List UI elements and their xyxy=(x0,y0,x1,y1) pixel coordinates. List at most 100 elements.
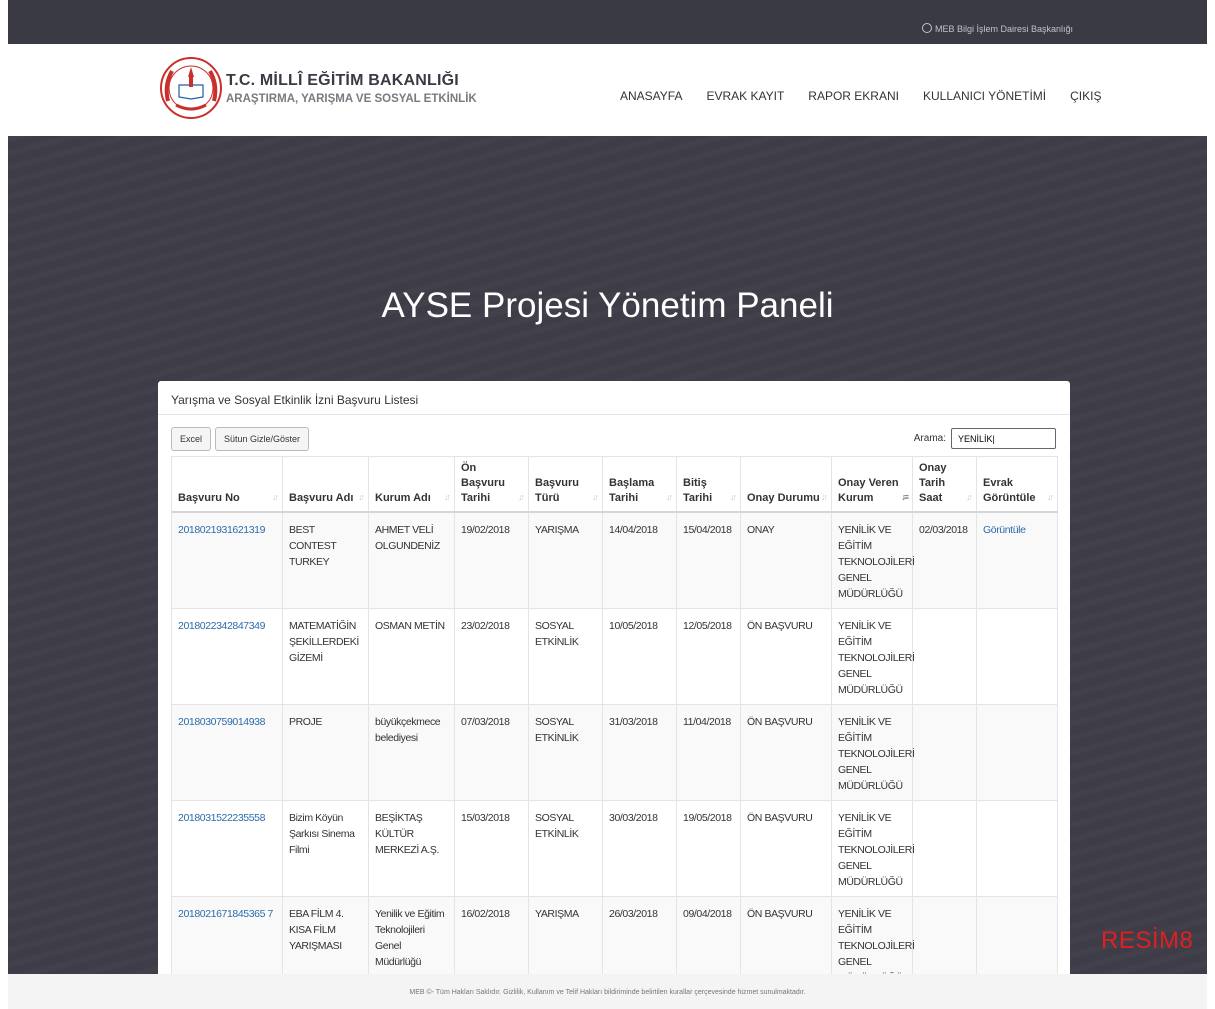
credit-text: MEB Bilgi İşlem Dairesi Başkanlığı xyxy=(921,23,1073,34)
table-cell xyxy=(912,704,977,801)
table-cell: YARIŞMA xyxy=(528,511,603,609)
table-cell: 19/05/2018 xyxy=(676,800,741,897)
table-cell xyxy=(912,608,977,705)
table-cell: ÖN BAŞVURU xyxy=(740,608,832,705)
search-label: Arama: xyxy=(913,433,946,444)
col-onay-durumu[interactable]: Onay Durumu ↓↑ xyxy=(740,456,832,513)
col-kurum-adi[interactable]: Kurum Adı ↓↑ xyxy=(368,456,455,513)
table-cell: AHMET VELİ OLGUNDENİZ xyxy=(368,511,455,609)
table-cell: PROJE xyxy=(282,704,369,801)
ministry-logo-icon xyxy=(160,57,222,119)
table-cell xyxy=(976,704,1058,801)
footer: MEB ©- Tüm Hakları Saklıdır. Gizlilik, K… xyxy=(8,974,1207,1009)
excel-button[interactable]: Excel xyxy=(171,427,212,451)
main-nav: ANASAYFA EVRAK KAYIT RAPOR EKRANI KULLAN… xyxy=(620,89,1125,103)
sort-icon: ↓↑ xyxy=(592,492,599,502)
site-header: T.C. MİLLÎ EĞİTİM BAKANLIĞI ARAŞTIRMA, Y… xyxy=(8,44,1207,136)
panel-title: Yarışma ve Sosyal Etkinlik İzni Başvuru … xyxy=(158,381,1070,415)
table-cell: Bizim Köyün Şarkısı Sinema Filmi xyxy=(282,800,369,897)
search-input[interactable] xyxy=(951,428,1056,449)
table-cell: ÖN BAŞVURU xyxy=(740,896,832,974)
search-box: Arama: xyxy=(914,428,1056,449)
sort-icon: ↓↑ xyxy=(1047,492,1054,502)
nav-evrak-kayit[interactable]: EVRAK KAYIT xyxy=(706,89,784,103)
location-icon xyxy=(921,23,932,33)
sort-icon: ↓↑ xyxy=(966,492,973,502)
top-bar: MEB Bilgi İşlem Dairesi Başkanlığı xyxy=(8,0,1207,44)
table-cell xyxy=(976,608,1058,705)
table-cell: SOSYAL ETKİNLİK xyxy=(528,704,603,801)
table-toolbar: Excel Sütun Gizle/Göster xyxy=(171,427,313,451)
application-number-link[interactable]: 2018022342847349 xyxy=(171,608,283,705)
table-cell: BEST CONTEST TURKEY xyxy=(282,511,369,609)
table-cell: YENİLİK VE EĞİTİM TEKNOLOJİLERİ GENEL MÜ… xyxy=(831,896,915,974)
sort-icon: ↓↑ xyxy=(444,492,451,502)
table-cell: 14/04/2018 xyxy=(602,511,677,609)
column-toggle-button[interactable]: Sütun Gizle/Göster xyxy=(215,427,310,451)
sort-icon: ↓↑ xyxy=(730,492,737,502)
table-cell: BEŞİKTAŞ KÜLTÜR MERKEZİ A.Ş. xyxy=(368,800,455,897)
table-cell: 12/05/2018 xyxy=(676,608,741,705)
page-title: AYSE Projesi Yönetim Paneli xyxy=(381,286,834,325)
table-cell xyxy=(976,896,1058,974)
table-body: 2018021931621319 BEST CONTEST TURKEY AHMET… xyxy=(171,511,1058,974)
col-bitis-tarihi[interactable]: Bitiş Tarihi ↓↑ xyxy=(676,456,741,513)
table-row: 2018021931621319 BEST CONTEST TURKEY AHMET… xyxy=(171,511,1058,609)
application-number-link[interactable]: 2018021671845365 7 xyxy=(171,896,283,974)
table-row: 2018031522235558 Bizim Köyün Şarkısı Sine… xyxy=(171,800,1058,897)
table-cell xyxy=(912,800,977,897)
nav-rapor-ekrani[interactable]: RAPOR EKRANI xyxy=(808,89,899,103)
table-cell: YARIŞMA xyxy=(528,896,603,974)
brand-subtitle: ARAŞTIRMA, YARIŞMA VE SOSYAL ETKİNLİK xyxy=(226,93,477,105)
view-document-link[interactable]: Görüntüle xyxy=(976,511,1058,609)
table-cell: 30/03/2018 xyxy=(602,800,677,897)
table-cell: 19/02/2018 xyxy=(454,511,529,609)
nav-cikis[interactable]: ÇIKIŞ xyxy=(1070,89,1101,103)
table-cell: SOSYAL ETKİNLİK xyxy=(528,800,603,897)
table-cell: 07/03/2018 xyxy=(454,704,529,801)
sort-icon: ↓↑ xyxy=(272,492,279,502)
col-onay-veren-kurum[interactable]: Onay Veren Kurum ↓≡ xyxy=(831,456,913,513)
sort-icon: ↓↑ xyxy=(821,492,828,502)
table-row: 2018021671845365 7 EBA FİLM 4. KISA FİLM … xyxy=(171,896,1058,974)
col-basvuru-no[interactable]: Başvuru No ↓↑ xyxy=(171,456,283,513)
table-cell: 26/03/2018 xyxy=(602,896,677,974)
table-cell: OSMAN METİN xyxy=(368,608,455,705)
table-cell: 16/02/2018 xyxy=(454,896,529,974)
sort-icon: ↓↑ xyxy=(666,492,673,502)
application-number-link[interactable]: 2018030759014938 xyxy=(171,704,283,801)
brand-title: T.C. MİLLÎ EĞİTİM BAKANLIĞI xyxy=(226,72,459,89)
nav-anasayfa[interactable]: ANASAYFA xyxy=(620,89,682,103)
col-basvuru-adi[interactable]: Başvuru Adı ↓↑ xyxy=(282,456,369,513)
application-number-link[interactable]: 2018021931621319 xyxy=(171,511,283,609)
table-cell xyxy=(976,800,1058,897)
table-cell: 10/05/2018 xyxy=(602,608,677,705)
table-cell: 09/04/2018 xyxy=(676,896,741,974)
col-evrak-goruntule[interactable]: Evrak Görüntüle ↓↑ xyxy=(976,456,1058,513)
table-cell: büyükçekmece belediyesi xyxy=(368,704,455,801)
applications-table: Başvuru No ↓↑ Başvuru Adı ↓↑ Kurum Adı ↓↑ Ö… xyxy=(171,456,1058,974)
table-cell: YENİLİK VE EĞİTİM TEKNOLOJİLERİ GENEL MÜ… xyxy=(831,800,915,897)
table-cell: EBA FİLM 4. KISA FİLM YARIŞMASI xyxy=(282,896,369,974)
application-list-panel: Yarışma ve Sosyal Etkinlik İzni Başvuru … xyxy=(158,381,1070,974)
table-cell: YENİLİK VE EĞİTİM TEKNOLOJİLERİ GENEL MÜ… xyxy=(831,704,915,801)
table-cell: ÖN BAŞVURU xyxy=(740,704,832,801)
table-cell: SOSYAL ETKİNLİK xyxy=(528,608,603,705)
nav-kullanici-yonetimi[interactable]: KULLANICI YÖNETİMİ xyxy=(923,89,1046,103)
table-cell: 15/03/2018 xyxy=(454,800,529,897)
col-onay-tarih-saat[interactable]: Onay Tarih Saat ↓↑ xyxy=(912,456,977,513)
col-basvuru-turu[interactable]: Başvuru Türü ↓↑ xyxy=(528,456,603,513)
col-baslama-tarihi[interactable]: Başlama Tarihi ↓↑ xyxy=(602,456,677,513)
table-cell: 11/04/2018 xyxy=(676,704,741,801)
sort-icon: ↓↑ xyxy=(518,492,525,502)
table-cell xyxy=(912,896,977,974)
table-cell: MATEMATİĞİN ŞEKİLLERDEKİ GİZEMİ xyxy=(282,608,369,705)
col-on-basvuru-tarihi[interactable]: Ön Başvuru Tarihi ↓↑ xyxy=(454,456,529,513)
application-number-link[interactable]: 2018031522235558 xyxy=(171,800,283,897)
table-cell: 15/04/2018 xyxy=(676,511,741,609)
table-cell: 31/03/2018 xyxy=(602,704,677,801)
table-cell: YENİLİK VE EĞİTİM TEKNOLOJİLERİ GENEL MÜ… xyxy=(831,608,915,705)
table-cell: Yenilik ve Eğitim Teknolojileri Genel Mü… xyxy=(368,896,455,974)
table-header-row: Başvuru No ↓↑ Başvuru Adı ↓↑ Kurum Adı ↓↑ Ö… xyxy=(171,456,1058,513)
table-cell: 02/03/2018 xyxy=(912,511,977,609)
